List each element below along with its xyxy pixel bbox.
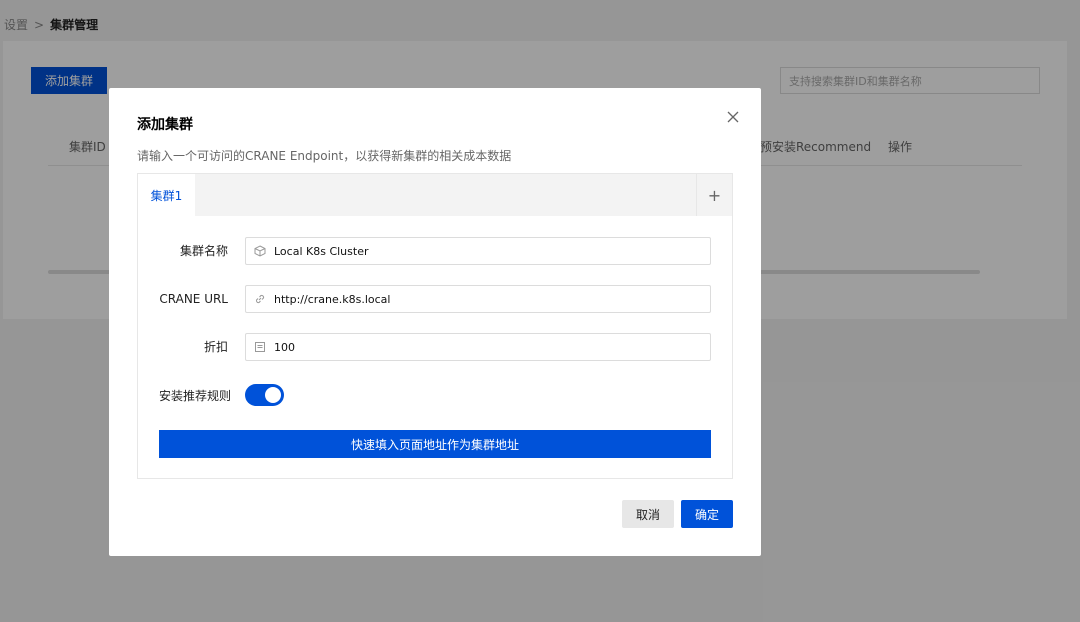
quick-fill-button[interactable]: 快速填入页面地址作为集群地址 xyxy=(159,430,711,458)
confirm-button[interactable]: 确定 xyxy=(681,500,733,528)
discount-row: 折扣 100 xyxy=(138,333,732,361)
cluster-tabs: 集群1 + 集群名称 Local K8s Cluster CRANE URL h… xyxy=(137,173,733,479)
crane-url-row: CRANE URL http://crane.k8s.local xyxy=(138,285,732,313)
cluster-name-label: 集群名称 xyxy=(179,244,228,258)
link-icon xyxy=(254,293,266,305)
document-icon xyxy=(254,341,266,353)
cube-icon xyxy=(254,245,266,257)
add-cluster-dialog: 添加集群 请输入一个可访问的CRANE Endpoint，以获得新集群的相关成本… xyxy=(109,88,761,556)
close-icon[interactable] xyxy=(727,108,739,127)
toggle-knob xyxy=(265,387,281,403)
install-rules-row: 安装推荐规则 xyxy=(138,382,732,410)
discount-value: 100 xyxy=(274,340,295,354)
install-rules-toggle[interactable] xyxy=(245,384,284,406)
discount-input[interactable]: 100 xyxy=(245,333,711,361)
tab-cluster-1[interactable]: 集群1 xyxy=(138,174,195,216)
crane-url-input[interactable]: http://crane.k8s.local xyxy=(245,285,711,313)
crane-url-value: http://crane.k8s.local xyxy=(274,292,391,306)
discount-label: 折扣 xyxy=(203,340,228,354)
install-rules-label: 安装推荐规则 xyxy=(159,389,232,403)
dialog-title: 添加集群 xyxy=(137,117,193,133)
cancel-button[interactable]: 取消 xyxy=(622,500,674,528)
cluster-name-input[interactable]: Local K8s Cluster xyxy=(245,237,711,265)
cluster-name-value: Local K8s Cluster xyxy=(274,244,369,258)
dialog-description: 请输入一个可访问的CRANE Endpoint，以获得新集群的相关成本数据 xyxy=(137,149,512,163)
cluster-name-row: 集群名称 Local K8s Cluster xyxy=(138,237,732,265)
crane-url-label: CRANE URL xyxy=(159,292,228,306)
add-tab-button[interactable]: + xyxy=(696,174,732,216)
tab-bar: 集群1 + xyxy=(138,174,732,216)
